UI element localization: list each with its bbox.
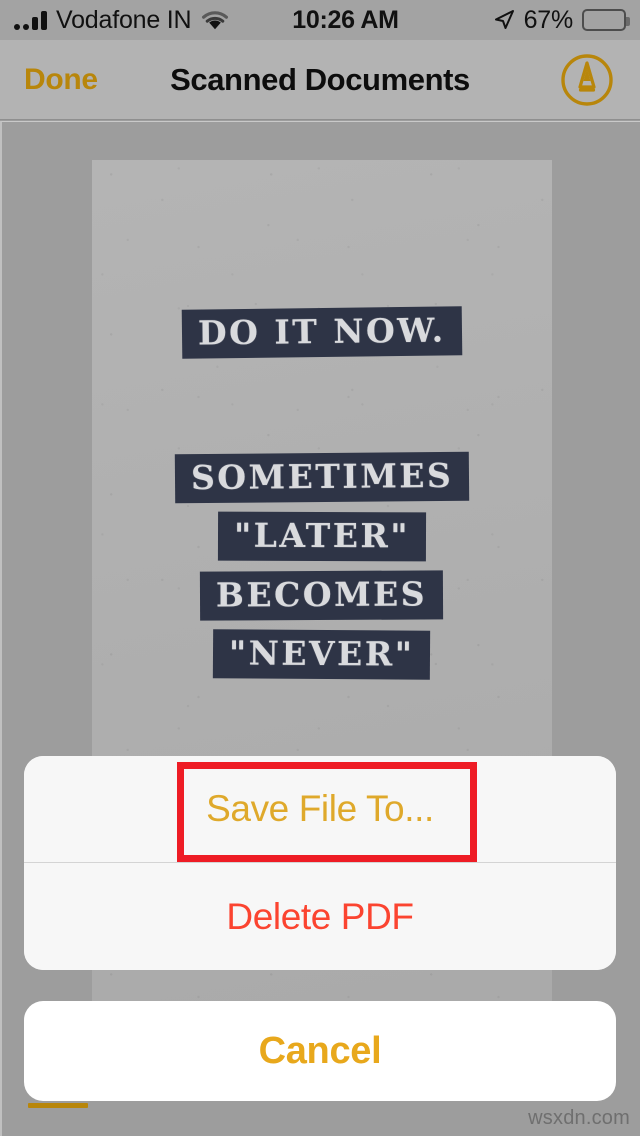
cancel-button[interactable]: Cancel	[24, 1001, 616, 1101]
status-bar-right: 67%	[493, 5, 630, 34]
obscured-toolbar-item[interactable]	[28, 1103, 88, 1108]
status-bar-center: 10:26 AM	[230, 5, 492, 34]
status-bar-left: Vodafone IN	[14, 5, 230, 34]
save-file-to-button[interactable]: Save File To...	[24, 756, 616, 862]
poster-line: BECOMES	[200, 570, 444, 621]
poster-line: "LATER"	[217, 511, 427, 562]
poster-line: "NEVER"	[213, 629, 431, 680]
status-bar-clock: 10:26 AM	[292, 5, 399, 34]
poster-line: DO IT NOW.	[181, 306, 463, 359]
done-button[interactable]: Done	[24, 63, 98, 97]
battery-percent-label: 67%	[523, 5, 574, 34]
watermark: wsxdn.com	[528, 1107, 630, 1129]
status-bar: Vodafone IN 10:26 AM 67%	[0, 0, 640, 40]
action-sheet: Save File To... Delete PDF	[24, 756, 616, 970]
location-arrow-icon	[493, 9, 515, 31]
markup-pen-icon[interactable]	[560, 53, 614, 107]
wifi-icon	[200, 9, 230, 31]
navigation-bar: Done Scanned Documents	[0, 40, 640, 120]
document-preview-area[interactable]: DO IT NOW. SOMETIMES "LATER" BECOMES "NE…	[0, 121, 640, 1136]
delete-pdf-button[interactable]: Delete PDF	[24, 862, 616, 970]
battery-icon	[582, 9, 630, 31]
poster-text: DO IT NOW. SOMETIMES "LATER" BECOMES "NE…	[92, 306, 552, 680]
poster-line: SOMETIMES	[174, 451, 470, 504]
cancel-sheet: Cancel	[24, 1001, 616, 1101]
signal-bars-icon	[14, 10, 47, 30]
carrier-name: Vodafone IN	[56, 5, 192, 34]
